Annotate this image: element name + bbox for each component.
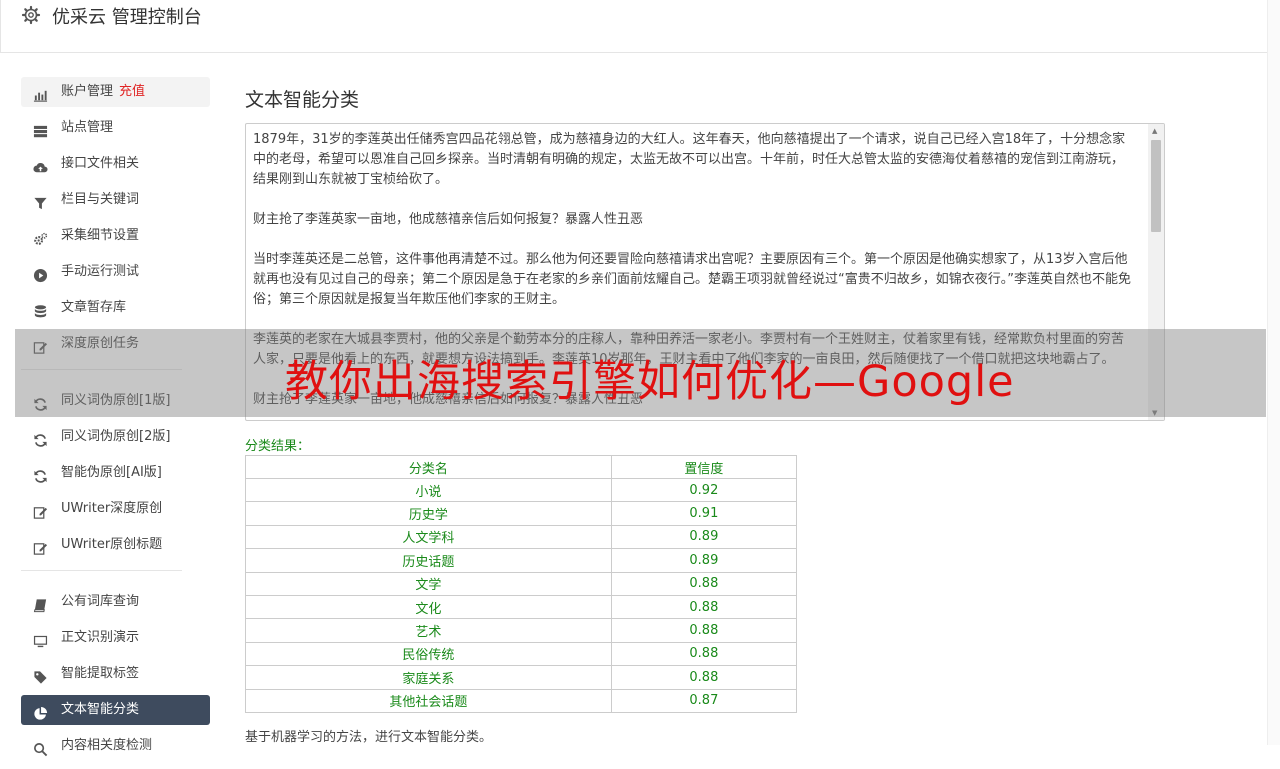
sidebar-item[interactable]: 同义词伪原创[2版] [21, 422, 210, 452]
sidebar-item-label: UWriter深度原创 [61, 501, 163, 516]
sidebar-item[interactable]: 文本智能分类 [21, 695, 210, 725]
confidence-cell: 0.88 [610, 594, 798, 620]
filter-icon [33, 193, 48, 210]
sidebar-item-label: 文章暂存库 [61, 300, 127, 315]
sidebar-item-label: UWriter原创标题 [61, 537, 163, 552]
page-title: 文本智能分类 [245, 89, 360, 111]
category-cell: 人文学科 [245, 524, 612, 550]
sidebar-item-label: 智能提取标签 [61, 666, 140, 681]
text-paragraph: 1879年，31岁的李莲英出任储秀宫四品花翎总管，成为慈禧身边的大红人。这年春天… [253, 132, 1126, 187]
scroll-up-icon[interactable]: ▲ [1152, 127, 1157, 135]
tag-icon [33, 667, 48, 684]
category-cell: 其他社会话题 [245, 688, 612, 713]
sidebar-item-label: 公有词库查询 [61, 594, 140, 609]
sidebar-item[interactable]: 内容相关度检测 [21, 731, 210, 761]
confidence-cell: 0.88 [610, 618, 798, 643]
sidebar-item-label: 手动运行测试 [61, 264, 140, 279]
sidebar-item[interactable]: UWriter原创标题 [21, 530, 210, 560]
overlay-banner: 教你出海搜索引擎如何优化—Google [15, 329, 1266, 417]
sidebar-item-label: 内容相关度检测 [61, 738, 153, 753]
category-cell: 艺术 [245, 618, 612, 643]
sidebar-item[interactable]: UWriter深度原创 [21, 494, 210, 524]
table-header-cell: 分类名 [245, 455, 612, 479]
confidence-cell: 0.88 [610, 665, 798, 690]
app-title: 优采云 管理控制台 [52, 7, 202, 28]
sidebar-item[interactable]: 采集细节设置 [21, 221, 210, 251]
recharge-link[interactable]: 充值 [119, 84, 145, 99]
sidebar-item[interactable]: 手动运行测试 [21, 257, 210, 287]
table-row: 家庭关系 0.88 [245, 665, 798, 690]
sidebar-item-label: 采集细节设置 [61, 228, 140, 243]
result-table: 分类名 置信度 小说 0.92 历史学 0.91 人文学科 0.89 历史话题 0.89 文学 0.… [245, 455, 798, 713]
sidebar-item[interactable]: 文章暂存库 [21, 293, 210, 323]
table-row: 人文学科 0.89 [245, 524, 798, 550]
confidence-cell: 0.88 [610, 641, 798, 667]
database-icon [33, 301, 48, 318]
book-icon [33, 595, 48, 613]
category-cell: 民俗传统 [245, 641, 612, 667]
sidebar-item[interactable]: 智能伪原创[AI版] [21, 458, 210, 488]
sidebar-item-label: 同义词伪原创[2版] [61, 429, 171, 444]
play-circle-icon [33, 265, 48, 283]
table-row: 小说 0.92 [245, 477, 798, 503]
bar-chart-icon [33, 85, 48, 102]
sidebar-item[interactable]: 正文识别演示 [21, 623, 210, 653]
scroll-thumb[interactable] [1151, 140, 1161, 232]
confidence-cell: 0.88 [610, 571, 798, 596]
category-cell: 历史学 [245, 501, 612, 526]
category-cell: 文学 [245, 571, 612, 596]
sidebar-item-label: 账户管理 充值 [61, 84, 146, 99]
refresh-icon [33, 430, 48, 447]
refresh-icon [33, 466, 48, 483]
sidebar-item-label: 正文识别演示 [61, 630, 140, 645]
sidebar-nav: 账户管理 充值 站点管理 接口文件相关 栏目与关键词 采集细节设置 手动运行测试 文章暂存库深… [21, 77, 210, 767]
table-row: 文化 0.88 [245, 594, 798, 620]
footer-note: 基于机器学习的方法，进行文本智能分类。 [245, 730, 493, 745]
sidebar-item[interactable]: 接口文件相关 [21, 149, 210, 179]
page-scrollbar[interactable] [1267, 0, 1280, 745]
edit-icon [33, 502, 48, 519]
edit-icon [33, 538, 48, 555]
table-row: 其他社会话题 0.87 [245, 688, 798, 713]
sidebar-item[interactable]: 栏目与关键词 [21, 185, 210, 215]
sidebar-item[interactable]: 账户管理 充值 [21, 77, 210, 107]
top-bar: 优采云 管理控制台 [0, 0, 1270, 53]
text-paragraph: 财主抢了李莲英家一亩地，他成慈禧亲信后如何报复？暴露人性丑恶 [253, 212, 644, 227]
sidebar-item-label: 栏目与关键词 [61, 192, 140, 207]
table-row: 历史话题 0.89 [245, 548, 798, 573]
confidence-cell: 0.92 [610, 477, 798, 503]
category-cell: 历史话题 [245, 548, 612, 573]
gear-icon [21, 5, 41, 25]
server-icon [33, 121, 48, 138]
confidence-cell: 0.91 [610, 501, 798, 526]
search-icon [33, 739, 48, 757]
result-label: 分类结果： [245, 439, 311, 454]
text-paragraph: 当时李莲英还是二总管，这件事他再清楚不过。那么他为何还要冒险向慈禧请求出宫呢？主… [253, 252, 1131, 307]
overlay-text: 教你出海搜索引擎如何优化—Google [285, 357, 1015, 407]
sidebar-item-label: 接口文件相关 [61, 156, 140, 171]
category-cell: 小说 [245, 477, 612, 503]
category-cell: 文化 [245, 594, 612, 620]
category-cell: 家庭关系 [245, 665, 612, 690]
sidebar-item-label: 站点管理 [61, 120, 114, 135]
table-row: 历史学 0.91 [245, 501, 798, 526]
pie-chart-icon [33, 703, 48, 720]
sidebar-item-label: 智能伪原创[AI版] [61, 465, 162, 480]
sidebar-divider [21, 570, 182, 571]
sidebar-item[interactable]: 智能提取标签 [21, 659, 210, 689]
gears-icon [33, 229, 48, 245]
confidence-cell: 0.87 [610, 688, 798, 713]
table-row: 文学 0.88 [245, 571, 798, 596]
cloud-upload-icon [33, 157, 48, 173]
confidence-cell: 0.89 [610, 548, 798, 573]
table-row: 艺术 0.88 [245, 618, 798, 643]
sidebar-item[interactable]: 公有词库查询 [21, 587, 210, 617]
sidebar-item[interactable]: 站点管理 [21, 113, 210, 143]
table-header-cell: 置信度 [610, 455, 798, 479]
monitor-icon [33, 631, 48, 648]
sidebar-item-label: 文本智能分类 [61, 702, 140, 717]
table-row: 民俗传统 0.88 [245, 641, 798, 667]
confidence-cell: 0.89 [610, 524, 798, 550]
